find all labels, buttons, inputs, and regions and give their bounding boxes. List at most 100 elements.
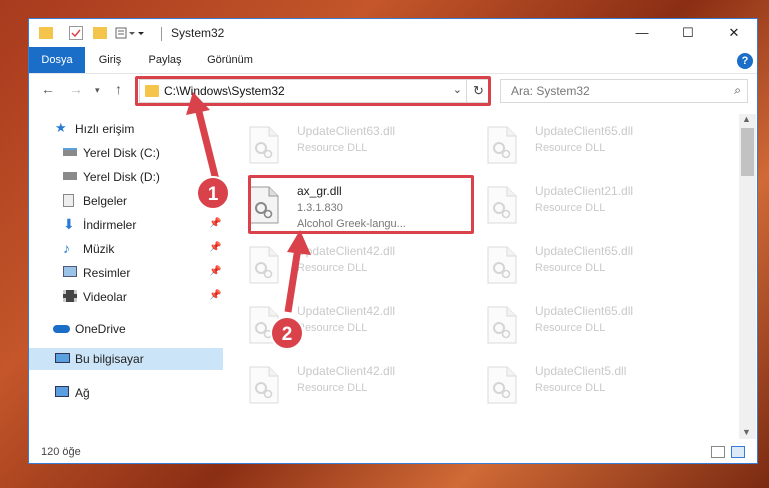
callout-badge-1: 1 (196, 176, 230, 210)
nav-item-disk-c[interactable]: Yerel Disk (C:) (29, 142, 223, 164)
file-description: Resource DLL (297, 142, 368, 154)
properties-icon[interactable] (69, 26, 83, 40)
file-name: UpdateClient42.dll (297, 244, 396, 258)
nav-item-label: Belgeler (83, 194, 128, 208)
nav-item-pictures[interactable]: Resimler 📌 (29, 262, 223, 284)
file-name: UpdateClient65.dll (535, 124, 634, 138)
search-placeholder: Ara: System32 (511, 84, 590, 98)
ribbon-divider (29, 73, 757, 74)
minimize-button[interactable]: — (619, 19, 665, 47)
network-icon (55, 386, 69, 397)
file-name: UpdateClient42.dll (297, 304, 396, 318)
dll-file-icon (487, 306, 519, 346)
file-description: Resource DLL (535, 202, 606, 214)
file-description: Resource DLL (535, 262, 606, 274)
music-icon: ♪ (63, 240, 70, 256)
customize-qa-icon[interactable] (115, 26, 145, 42)
tiles-view-icon[interactable] (731, 446, 745, 458)
details-view-icon[interactable] (711, 446, 725, 458)
explorer-window: System32 — ☐ ✕ Dosya Giriş Paylaş Görünü… (28, 18, 758, 464)
file-item[interactable]: UpdateClient21.dll Resource DLL (477, 182, 707, 230)
nav-item-this-pc[interactable]: Bu bilgisayar (29, 348, 223, 370)
nav-item-onedrive[interactable]: OneDrive (29, 318, 223, 340)
computer-icon (55, 353, 70, 363)
nav-item-disk-d[interactable]: Yerel Disk (D:) (29, 166, 223, 188)
cloud-icon (53, 325, 70, 333)
file-item[interactable]: UpdateClient65.dll Resource DLL (477, 302, 707, 350)
dll-file-icon (249, 126, 281, 166)
file-item[interactable]: UpdateClient42.dll Resource DLL (239, 362, 469, 410)
scroll-down-icon[interactable]: ▼ (742, 427, 751, 437)
tab-dosya[interactable]: Dosya (29, 47, 85, 73)
file-description: Resource DLL (297, 382, 368, 394)
title-bar: System32 — ☐ ✕ (29, 19, 757, 47)
video-icon (63, 290, 77, 302)
nav-item-label: Hızlı erişim (75, 122, 135, 136)
forward-arrow-icon[interactable]: → (69, 81, 83, 97)
nav-item-label: Bu bilgisayar (75, 352, 144, 366)
file-item[interactable]: UpdateClient63.dll Resource DLL (239, 122, 469, 170)
search-input[interactable]: Ara: System32 ⌕ (500, 79, 748, 103)
navigation-pane: ★ Hızlı erişim Yerel Disk (C:) Yerel Dis… (29, 114, 225, 434)
tab-paylas[interactable]: Paylaş (141, 47, 189, 73)
pin-icon[interactable]: 📌 (209, 290, 221, 301)
file-name: UpdateClient65.dll (535, 244, 634, 258)
title-separator (161, 27, 162, 41)
scroll-thumb[interactable] (741, 128, 754, 176)
search-icon[interactable]: ⌕ (734, 83, 741, 98)
file-description: Resource DLL (297, 322, 368, 334)
nav-item-label: Yerel Disk (C:) (83, 146, 160, 160)
file-highlight-box (248, 175, 474, 234)
pin-icon[interactable]: 📌 (209, 218, 221, 229)
folder-icon (39, 27, 53, 39)
nav-item-quick-access[interactable]: ★ Hızlı erişim (29, 118, 223, 140)
maximize-button[interactable]: ☐ (665, 19, 711, 47)
nav-item-videos[interactable]: Videolar 📌 (29, 286, 223, 308)
up-arrow-icon[interactable]: ↑ (115, 81, 122, 97)
download-icon: ⬇ (63, 216, 75, 232)
documents-icon (63, 194, 74, 207)
status-bar: 120 öğe (29, 441, 757, 463)
recent-locations-icon[interactable]: ▾ (95, 85, 100, 96)
dll-file-icon (249, 246, 281, 286)
file-description: Resource DLL (535, 142, 606, 154)
close-button[interactable]: ✕ (711, 19, 757, 47)
ribbon-tabs: Dosya Giriş Paylaş Görünüm ? (29, 47, 757, 73)
file-name: UpdateClient63.dll (297, 124, 396, 138)
back-arrow-icon[interactable]: ← (41, 81, 55, 97)
nav-item-network[interactable]: Ağ (29, 382, 223, 404)
nav-item-documents[interactable]: Belgeler (29, 190, 223, 212)
star-icon: ★ (55, 120, 67, 135)
drive-icon (63, 148, 77, 156)
file-item[interactable]: UpdateClient42.dll Resource DLL (239, 242, 469, 290)
file-item[interactable]: UpdateClient5.dll Resource DLL (477, 362, 707, 410)
tab-giris[interactable]: Giriş (89, 47, 131, 73)
pin-icon[interactable]: 📌 (209, 242, 221, 253)
file-description: Resource DLL (297, 262, 368, 274)
tab-gorunum[interactable]: Görünüm (199, 47, 261, 73)
new-folder-icon[interactable] (93, 27, 107, 39)
file-item[interactable]: UpdateClient65.dll Resource DLL (477, 242, 707, 290)
nav-item-label: Resimler (83, 266, 131, 280)
file-list: UpdateClient63.dll Resource DLL ax_gr.dll 1… (239, 114, 739, 434)
pictures-icon (63, 266, 77, 277)
file-description: Resource DLL (535, 322, 606, 334)
nav-item-music[interactable]: ♪ Müzik 📌 (29, 238, 223, 260)
drive-icon (63, 172, 77, 180)
pin-icon[interactable]: 📌 (209, 266, 221, 277)
nav-item-label: Yerel Disk (D:) (83, 170, 160, 184)
scroll-up-icon[interactable]: ▲ (742, 114, 751, 124)
vertical-scrollbar[interactable]: ▲ ▼ (739, 114, 756, 439)
nav-item-label: İndirmeler (83, 218, 137, 232)
dll-file-icon (487, 246, 519, 286)
file-name: UpdateClient21.dll (535, 184, 634, 198)
nav-item-label: Müzik (83, 242, 115, 256)
window-title: System32 (171, 26, 225, 40)
file-item[interactable]: UpdateClient65.dll Resource DLL (477, 122, 707, 170)
address-highlight-box (135, 76, 491, 106)
dll-file-icon (249, 366, 281, 406)
nav-item-downloads[interactable]: ⬇ İndirmeler 📌 (29, 214, 223, 236)
dll-file-icon (487, 186, 519, 226)
help-icon[interactable]: ? (737, 53, 753, 69)
file-name: UpdateClient5.dll (535, 364, 627, 378)
